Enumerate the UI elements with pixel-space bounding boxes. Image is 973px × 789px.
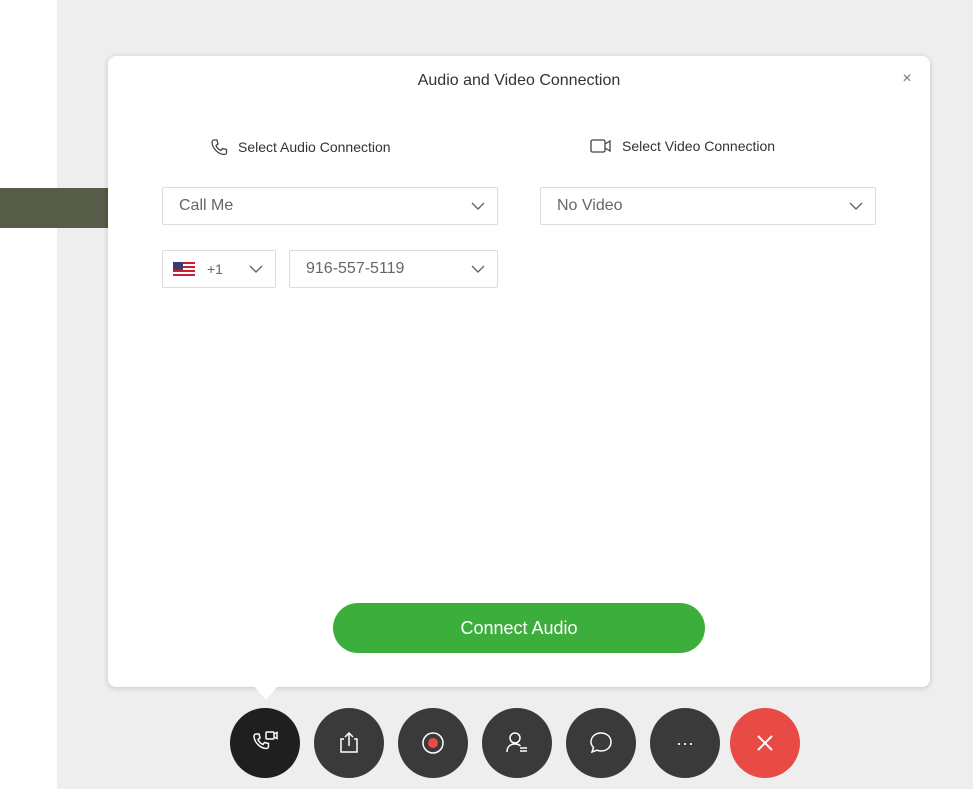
dialog-pointer: [254, 686, 278, 700]
connect-audio-button[interactable]: Connect Audio: [333, 603, 705, 653]
chevron-down-icon: [249, 265, 263, 273]
video-section-text: Select Video Connection: [622, 138, 776, 154]
share-icon: [340, 731, 358, 753]
close-button[interactable]: ×: [898, 70, 916, 88]
more-icon: ···: [676, 732, 694, 753]
end-meeting-icon: [757, 735, 773, 751]
video-section-label: Select Video Connection: [590, 138, 775, 154]
meeting-toolbar: ···: [230, 708, 800, 778]
audio-video-dialog: Audio and Video Connection × Select Audi…: [108, 56, 930, 687]
record-icon: [422, 732, 444, 754]
participants-icon: [506, 732, 527, 753]
audio-section-label: Select Audio Connection: [210, 138, 391, 156]
video-connection-select[interactable]: No Video: [540, 187, 876, 225]
dialog-title: Audio and Video Connection: [417, 72, 621, 89]
participants-button[interactable]: [482, 708, 552, 778]
audio-connection-select[interactable]: Call Me: [162, 187, 498, 225]
phone-number-value: 916-557-5119: [306, 260, 405, 277]
country-code-select[interactable]: +1: [162, 250, 276, 288]
end-meeting-button[interactable]: [730, 708, 800, 778]
more-button[interactable]: ···: [650, 708, 720, 778]
phone-icon: [211, 139, 228, 156]
chevron-down-icon: [849, 202, 863, 210]
country-code-value: +1: [207, 261, 223, 277]
us-flag-icon: [173, 262, 195, 276]
record-button[interactable]: [398, 708, 468, 778]
audio-video-button[interactable]: [230, 708, 300, 778]
share-button[interactable]: [314, 708, 384, 778]
chat-button[interactable]: [566, 708, 636, 778]
video-connection-value: No Video: [557, 197, 623, 214]
chevron-down-icon: [471, 202, 485, 210]
audio-connection-value: Call Me: [179, 197, 234, 214]
phone-number-select[interactable]: 916-557-5119: [289, 250, 498, 288]
chat-icon: [590, 732, 612, 754]
video-camera-icon: [590, 139, 611, 153]
audio-video-icon: [253, 731, 278, 750]
chevron-down-icon: [471, 265, 485, 273]
audio-section-text: Select Audio Connection: [238, 139, 391, 155]
